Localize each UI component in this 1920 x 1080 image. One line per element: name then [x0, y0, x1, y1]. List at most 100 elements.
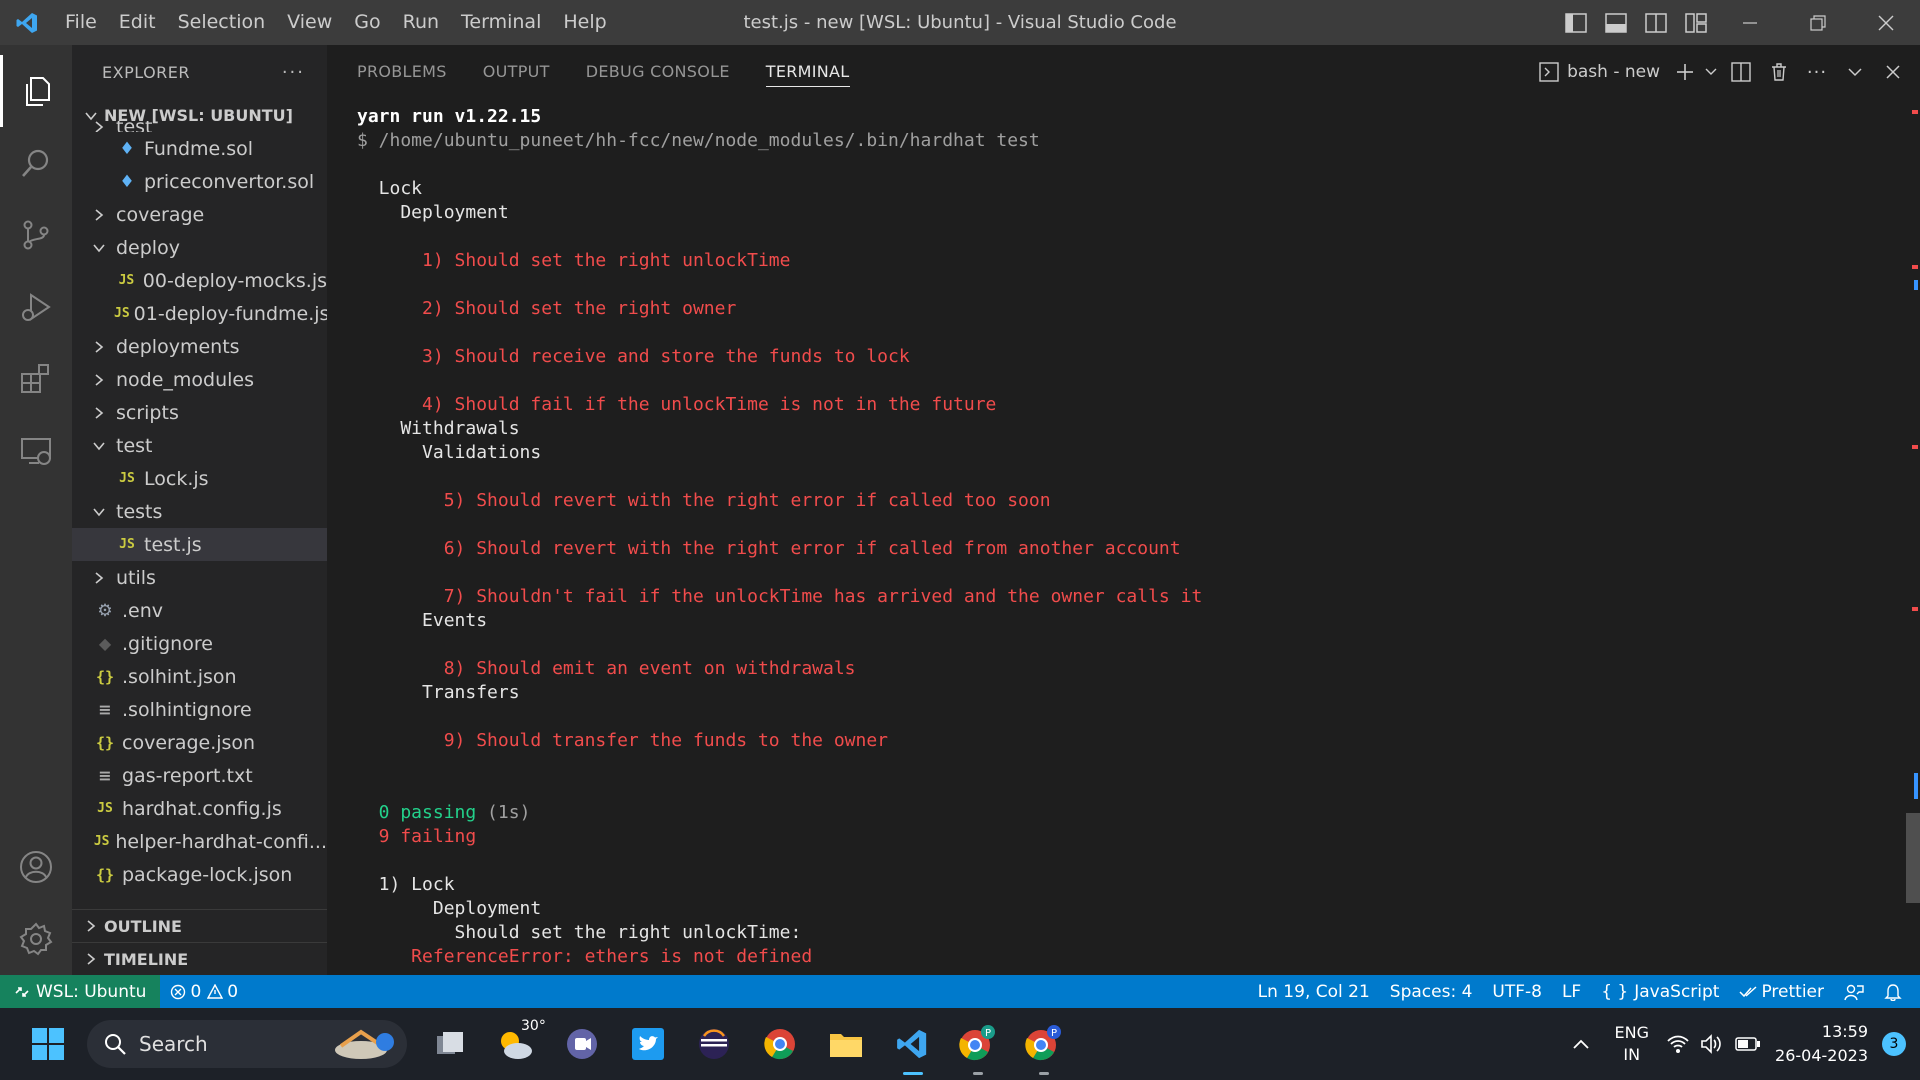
taskbar-search[interactable]: Search: [87, 1020, 407, 1068]
volume-icon[interactable]: [1695, 1008, 1729, 1080]
tree-file[interactable]: ♦ Fundme.sol: [72, 132, 327, 165]
toggle-panel-icon[interactable]: [1596, 0, 1636, 45]
more-actions-icon[interactable]: ···: [1798, 45, 1836, 99]
terminal-selector[interactable]: bash - new: [1539, 62, 1660, 82]
battery-icon[interactable]: [1729, 1008, 1767, 1080]
notifications-bell-icon[interactable]: [1874, 975, 1912, 1008]
manage-gear-icon[interactable]: [0, 903, 72, 975]
tree-file[interactable]: JS Lock.js: [72, 462, 327, 495]
explorer-icon[interactable]: [0, 55, 72, 127]
tree-folder[interactable]: utils: [72, 561, 327, 594]
menu-file[interactable]: File: [54, 0, 108, 45]
close-panel-icon[interactable]: [1874, 45, 1912, 99]
menu-run[interactable]: Run: [392, 0, 450, 45]
menu-edit[interactable]: Edit: [108, 0, 167, 45]
explorer-header: EXPLORER ···: [72, 45, 327, 99]
tree-file[interactable]: {} package-lock.json: [72, 858, 327, 891]
tab-terminal[interactable]: TERMINAL: [765, 45, 850, 99]
tree-folder[interactable]: test: [72, 429, 327, 462]
chrome-profile-p2-icon[interactable]: P: [1011, 1008, 1077, 1080]
tree-file[interactable]: {} coverage.json: [72, 726, 327, 759]
split-terminal-icon[interactable]: [1722, 45, 1760, 99]
encoding[interactable]: UTF-8: [1482, 975, 1552, 1008]
terminal-output[interactable]: yarn run v1.22.15 $ /home/ubuntu_puneet/h…: [357, 105, 1202, 969]
tab-output[interactable]: OUTPUT: [483, 45, 550, 99]
tree-folder[interactable]: scripts: [72, 396, 327, 429]
tree-folder[interactable]: coverage: [72, 198, 327, 231]
tab-debug-console[interactable]: DEBUG CONSOLE: [586, 45, 730, 99]
remote-indicator[interactable]: WSL: Ubuntu: [0, 975, 161, 1008]
language-mode[interactable]: { } JavaScript: [1591, 975, 1729, 1008]
terminal-scrollbar[interactable]: [1906, 813, 1920, 903]
chrome-profile-p-icon[interactable]: P: [945, 1008, 1011, 1080]
menu-terminal[interactable]: Terminal: [450, 0, 552, 45]
tree-file[interactable]: ≡ gas-report.txt: [72, 759, 327, 792]
search-icon[interactable]: [0, 127, 72, 199]
prettier-status[interactable]: Prettier: [1729, 975, 1834, 1008]
end-of-line[interactable]: LF: [1552, 975, 1591, 1008]
accounts-icon[interactable]: [0, 831, 72, 903]
tree-folder[interactable]: test: [72, 121, 327, 132]
tree-file[interactable]: JS 00-deploy-mocks.js: [72, 264, 327, 297]
indentation[interactable]: Spaces: 4: [1380, 975, 1483, 1008]
toggle-primary-sidebar-icon[interactable]: [1556, 0, 1596, 45]
tree-file[interactable]: JS test.js: [72, 528, 327, 561]
vscode-logo-icon[interactable]: [0, 0, 54, 45]
vscode-taskbar-icon[interactable]: [879, 1008, 945, 1080]
prettier-label: Prettier: [1761, 981, 1824, 1002]
menu-selection[interactable]: Selection: [167, 0, 277, 45]
file-explorer-icon[interactable]: [813, 1008, 879, 1080]
eclipse-icon[interactable]: [681, 1008, 747, 1080]
tree-file[interactable]: ≡ .solhintignore: [72, 693, 327, 726]
teams-chat-icon[interactable]: [549, 1008, 615, 1080]
toggle-secondary-sidebar-icon[interactable]: [1636, 0, 1676, 45]
tree-item-label: tests: [116, 500, 163, 523]
tree-folder[interactable]: tests: [72, 495, 327, 528]
tree-file[interactable]: JS hardhat.config.js: [72, 792, 327, 825]
tree-file[interactable]: JS 01-deploy-fundme.js: [72, 297, 327, 330]
timeline-section[interactable]: TIMELINE: [72, 942, 327, 975]
input-language[interactable]: ENG IN: [1603, 1022, 1661, 1066]
tree-folder[interactable]: deployments: [72, 330, 327, 363]
tree-file[interactable]: ◆ .gitignore: [72, 627, 327, 660]
chevron-down-icon[interactable]: [1700, 45, 1722, 99]
tab-problems[interactable]: PROBLEMS: [357, 45, 447, 99]
trash-icon[interactable]: [1760, 45, 1798, 99]
menu-go[interactable]: Go: [343, 0, 391, 45]
more-actions-icon[interactable]: ···: [282, 62, 305, 83]
minimize-icon[interactable]: [1716, 0, 1784, 45]
source-control-icon[interactable]: [0, 199, 72, 271]
terminal-line: 7) Shouldn't fail if the unlockTime has …: [357, 585, 1203, 609]
cursor-position[interactable]: Ln 19, Col 21: [1248, 975, 1380, 1008]
restore-icon[interactable]: [1784, 0, 1852, 45]
run-debug-icon[interactable]: [0, 271, 72, 343]
notification-badge[interactable]: 3: [1882, 1032, 1906, 1056]
feedback-icon[interactable]: [1834, 975, 1874, 1008]
new-terminal-plus-icon[interactable]: [1670, 45, 1700, 99]
maximize-panel-chevron-icon[interactable]: [1836, 45, 1874, 99]
problems-indicator[interactable]: 0 0: [160, 975, 248, 1008]
outline-section[interactable]: OUTLINE: [72, 909, 327, 942]
tree-file[interactable]: ⚙ .env: [72, 594, 327, 627]
remote-explorer-icon[interactable]: [0, 415, 72, 487]
chrome-icon[interactable]: [747, 1008, 813, 1080]
tree-folder[interactable]: node_modules: [72, 363, 327, 396]
tree-file[interactable]: JS helper-hardhat-confi...: [72, 825, 327, 858]
wifi-icon[interactable]: [1661, 1008, 1695, 1080]
menu-view[interactable]: View: [276, 0, 343, 45]
tree-file[interactable]: ♦ priceconvertor.sol: [72, 165, 327, 198]
twitter-icon[interactable]: [615, 1008, 681, 1080]
extensions-icon[interactable]: [0, 343, 72, 415]
task-view-icon[interactable]: [417, 1008, 483, 1080]
chevron-right-icon: [78, 919, 104, 933]
close-icon[interactable]: [1852, 0, 1920, 45]
customize-layout-icon[interactable]: [1676, 0, 1716, 45]
windows-start-icon[interactable]: [15, 1008, 81, 1080]
chevron-up-icon[interactable]: [1559, 1008, 1603, 1080]
weather-widget[interactable]: 30°: [483, 1008, 549, 1080]
menu-help[interactable]: Help: [552, 0, 617, 45]
tree-folder[interactable]: deploy: [72, 231, 327, 264]
clock[interactable]: 13:59 26-04-2023: [1767, 1020, 1876, 1068]
tree-file[interactable]: {} .solhint.json: [72, 660, 327, 693]
